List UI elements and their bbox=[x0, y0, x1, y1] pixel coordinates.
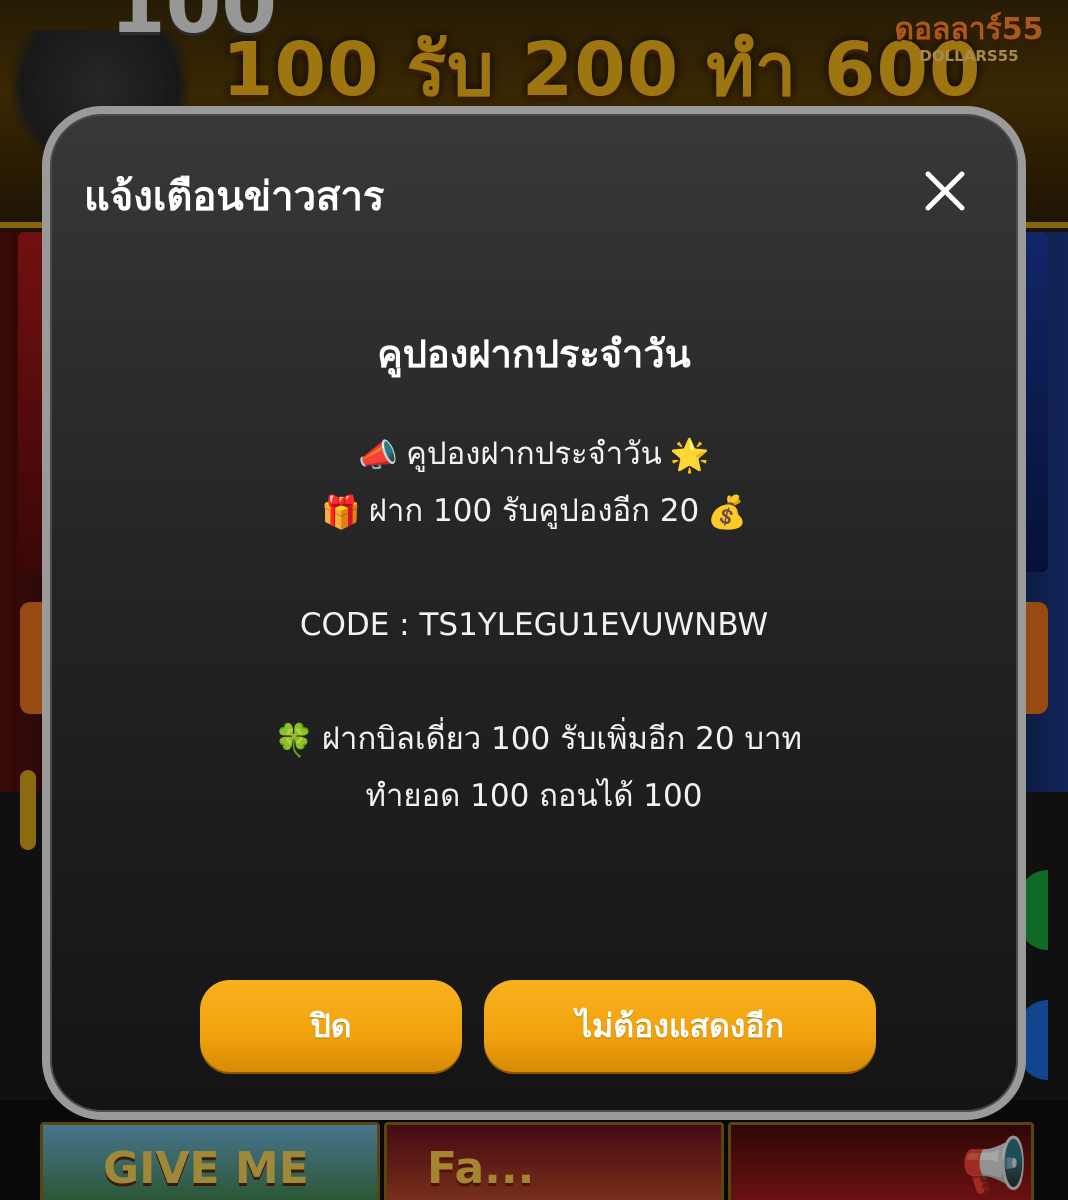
coupon-heading: คูปองฝากประจำวัน bbox=[377, 332, 691, 376]
message-line: 🍀 ฝากบิลเดี่ยว 100 รับเพิ่มอีก 20 บาท bbox=[50, 711, 1018, 768]
gift-icon: 🎁 bbox=[320, 493, 361, 531]
message-line: 📣 คูปองฝากประจำวัน 🌟 bbox=[50, 426, 1018, 483]
modal-title: แจ้งเตือนข่าวสาร bbox=[84, 174, 385, 220]
message-text: ฝาก 100 รับคูปองอีก 20 bbox=[368, 493, 700, 529]
megaphone-icon: 📣 bbox=[358, 436, 399, 474]
app-page: 100 100 รับ 200 ทำ 600 ดอลลาร์55 DOLLARS… bbox=[0, 0, 1068, 1200]
coupon-code: CODE : TS1YLEGU1EVUWNBW bbox=[50, 597, 1018, 654]
dont-show-again-button[interactable]: ไม่ต้องแสดงอีก bbox=[484, 980, 876, 1072]
money-bag-icon: 💰 bbox=[707, 493, 748, 531]
coupon-code-text: CODE : TS1YLEGU1EVUWNBW bbox=[299, 607, 769, 643]
close-button[interactable]: ปิด bbox=[200, 980, 462, 1072]
modal-actions: ปิด ไม่ต้องแสดงอีก bbox=[50, 980, 1018, 1074]
message-line: ทำยอด 100 ถอนได้ 100 bbox=[50, 768, 1018, 825]
news-alert-modal: แจ้งเตือนข่าวสาร คูปองฝากประจำวัน 📣 คูปอง… bbox=[42, 106, 1026, 1120]
message-text: คูปองฝากประจำวัน bbox=[406, 436, 662, 472]
close-icon[interactable] bbox=[922, 168, 968, 214]
message-text: ทำยอด 100 ถอนได้ 100 bbox=[365, 778, 703, 814]
star-icon: 🌟 bbox=[669, 436, 710, 474]
clover-icon: 🍀 bbox=[274, 721, 314, 759]
modal-body: คูปองฝากประจำวัน 📣 คูปองฝากประจำวัน 🌟 🎁 ฝาก… bbox=[50, 324, 1018, 825]
message-line: 🎁 ฝาก 100 รับคูปองอีก 20 💰 bbox=[50, 483, 1018, 540]
message-text: ฝากบิลเดี่ยว 100 รับเพิ่มอีก 20 บาท bbox=[321, 721, 802, 757]
modal-header: แจ้งเตือนข่าวสาร bbox=[50, 114, 1018, 274]
